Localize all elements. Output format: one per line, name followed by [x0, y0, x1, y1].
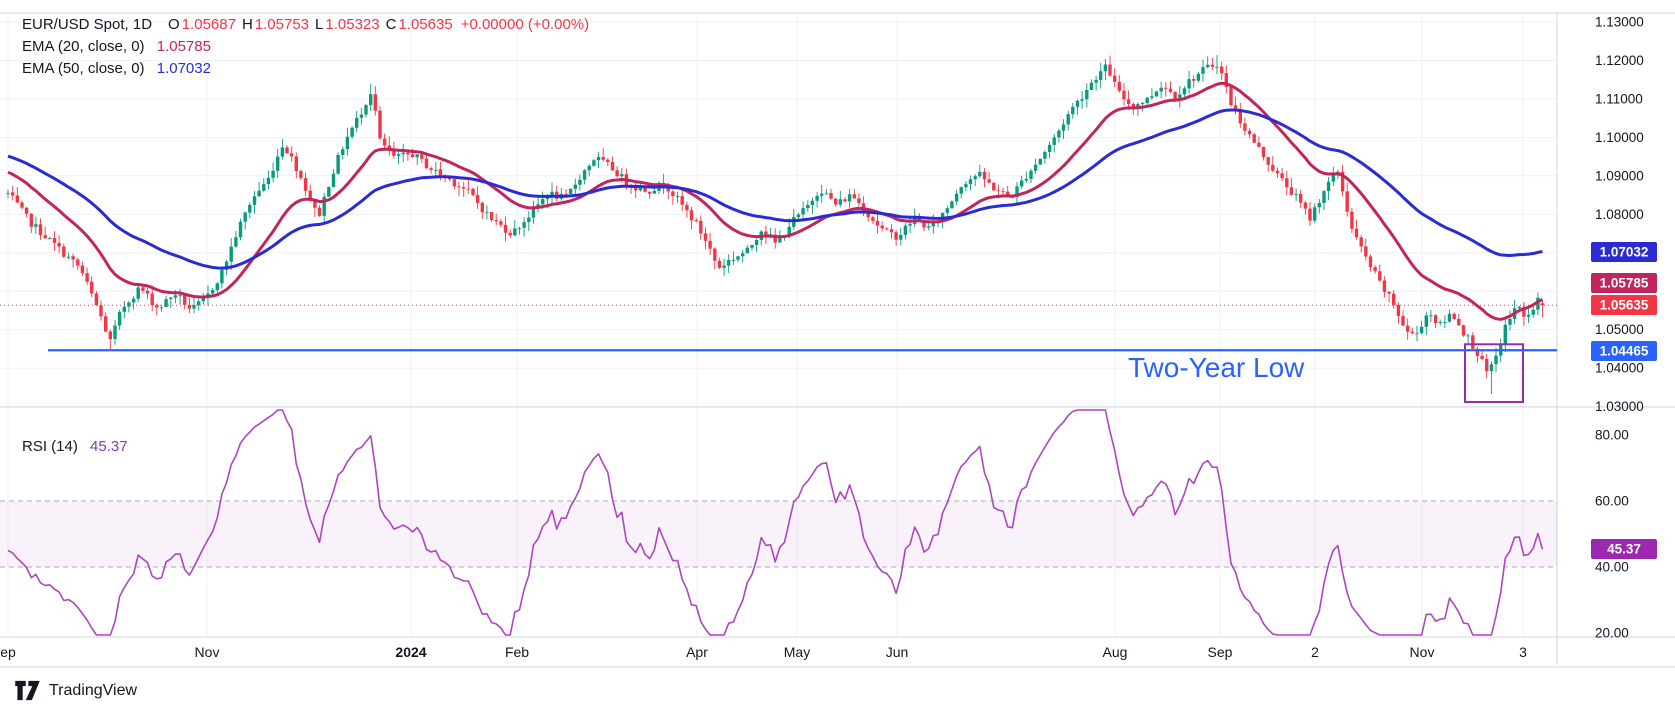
two-year-low-annotation: Two-Year Low [1128, 352, 1304, 384]
ema50-label[interactable]: EMA (50, close, 0) [22, 60, 145, 77]
chart-canvas[interactable]: 1.13000 1.12000 1.11000 1.10000 1.09000 1.080… [0, 0, 1675, 718]
time-axis-tick: 3 [1519, 644, 1527, 660]
ema20-label[interactable]: EMA (20, close, 0) [22, 38, 145, 55]
time-axis-tick: ep [0, 644, 16, 660]
rsi-axis-tick: 20.00 [1595, 626, 1629, 641]
price-axis-tick: 1.05000 [1595, 322, 1644, 337]
open-label: O [168, 16, 180, 33]
rsi-axis-tick: 60.00 [1595, 494, 1629, 509]
two-year-low-box[interactable] [1465, 344, 1523, 402]
price-axis-tick: 1.08000 [1595, 207, 1644, 222]
time-axis-tick: Feb [505, 644, 529, 660]
rsi-axis-tick: 80.00 [1595, 428, 1629, 443]
price-axis-tick: 1.10000 [1595, 130, 1644, 145]
time-axis-tick: 2 [1311, 644, 1319, 660]
price-axis-tick: 1.09000 [1595, 168, 1644, 183]
time-axis-tick: 2024 [395, 644, 426, 660]
time-axis-tick: Nov [1410, 644, 1435, 660]
time-axis-tick: Sep [1208, 644, 1233, 660]
symbol-legend: EUR/USD Spot, 1D O1.05687 H1.05753 L1.05323… [22, 14, 589, 80]
symbol-title[interactable]: EUR/USD Spot, 1D [22, 16, 152, 33]
high-value: 1.05753 [255, 16, 309, 33]
high-label: H [242, 16, 253, 33]
value-label-text: 45.37 [1607, 542, 1641, 557]
time-axis-tick: Nov [195, 644, 220, 660]
change-value: +0.00000 (+0.00%) [461, 16, 589, 33]
tradingview-chart: 1.13000 1.12000 1.11000 1.10000 1.09000 1.080… [0, 0, 1675, 718]
time-axis-tick: May [784, 644, 810, 660]
tradingview-logo-icon[interactable] [14, 680, 41, 701]
time-axis[interactable]: ep Nov 2024 Feb Apr May Jun Aug Sep 2 Nov 3 [0, 644, 1527, 660]
rsi-axis-tick: 40.00 [1595, 560, 1629, 575]
price-axis-tick: 1.13000 [1595, 15, 1644, 30]
value-label-text: 1.04465 [1600, 344, 1649, 359]
value-label-text: 1.05785 [1600, 276, 1649, 291]
ema50-value: 1.07032 [157, 60, 211, 77]
ema-20-line[interactable] [8, 83, 1543, 319]
price-axis-tick: 1.03000 [1595, 399, 1644, 414]
footer: TradingView [14, 680, 137, 701]
price-axis-tick: 1.11000 [1595, 91, 1643, 106]
rsi-legend: RSI (14) 45.37 [22, 438, 128, 455]
value-label-text: 1.05635 [1600, 298, 1649, 313]
legend-row-symbol: EUR/USD Spot, 1D O1.05687 H1.05753 L1.05323… [22, 14, 589, 36]
brand-text: TradingView [49, 682, 137, 700]
ema20-value: 1.05785 [157, 38, 211, 55]
price-axis[interactable]: 1.13000 1.12000 1.11000 1.10000 1.09000 1.080… [1591, 15, 1657, 641]
rsi-value: 45.37 [90, 438, 128, 455]
price-axis-tick: 1.04000 [1595, 361, 1644, 376]
close-value: 1.05635 [398, 16, 452, 33]
price-axis-tick: 1.12000 [1595, 53, 1644, 68]
low-value: 1.05323 [325, 16, 379, 33]
legend-row-ema50: EMA (50, close, 0) 1.07032 [22, 58, 589, 80]
panel-borders [0, 13, 1675, 667]
open-value: 1.05687 [182, 16, 236, 33]
legend-row-ema20: EMA (20, close, 0) 1.05785 [22, 36, 589, 58]
low-label: L [315, 16, 323, 33]
time-axis-tick: Jun [886, 644, 909, 660]
rsi-band [0, 501, 1557, 567]
rsi-label[interactable]: RSI (14) [22, 438, 78, 455]
candle-wicks-up [8, 55, 1538, 394]
time-axis-tick: Aug [1103, 644, 1128, 660]
close-label: C [386, 16, 397, 33]
candles[interactable] [8, 55, 1543, 394]
value-label-text: 1.07032 [1600, 245, 1649, 260]
time-axis-tick: Apr [686, 644, 708, 660]
